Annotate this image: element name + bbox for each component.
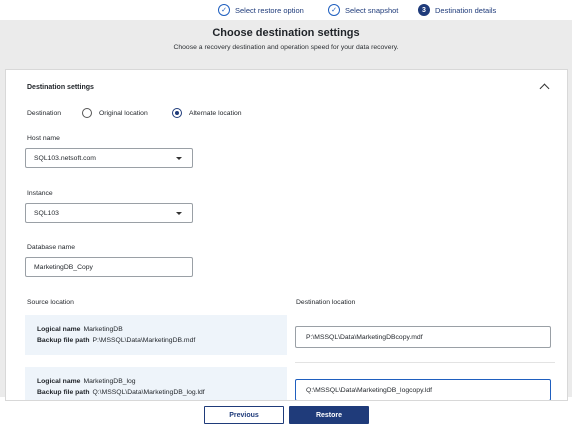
database-name-input[interactable]: MarketingDB_Copy xyxy=(25,257,193,277)
backup-path-label: Backup file path xyxy=(37,389,90,396)
step-label: Destination details xyxy=(435,5,497,15)
row-divider xyxy=(295,362,555,363)
radio-original-location[interactable] xyxy=(82,108,92,118)
database-name-label: Database name xyxy=(27,244,75,251)
destination-path-input[interactable]: P:\MSSQL\Data\MarketingDBcopy.mdf xyxy=(295,326,551,348)
step-number-badge: 3 xyxy=(418,4,430,16)
logical-name-value: MarketingDB_log xyxy=(83,378,136,385)
destination-label: Destination xyxy=(27,110,62,117)
footer-bar: Previous Restore xyxy=(0,401,572,430)
instance-select[interactable]: SQL103 xyxy=(25,203,193,223)
restore-button[interactable]: Restore xyxy=(289,406,369,424)
caret-down-icon xyxy=(176,212,182,215)
step-label: Select restore option xyxy=(235,5,304,15)
page-subtitle: Choose a recovery destination and operat… xyxy=(173,44,399,51)
host-name-value: SQL103.netsoft.com xyxy=(34,154,96,162)
step-destination-details: 3 Destination details xyxy=(418,3,496,17)
destination-path-input[interactable]: Q:\MSSQL\Data\MarketingDB_logcopy.ldf xyxy=(295,379,551,400)
backup-path-value: Q:\MSSQL\Data\MarketingDB_log.ldf xyxy=(92,389,205,396)
radio-original-location-label[interactable]: Original location xyxy=(99,110,148,117)
host-name-select[interactable]: SQL103.netsoft.com xyxy=(25,148,193,168)
instance-value: SQL103 xyxy=(34,209,59,217)
source-file-card: Logical name MarketingDB Backup file path… xyxy=(25,315,287,355)
destination-path-value: P:\MSSQL\Data\MarketingDBcopy.mdf xyxy=(306,333,423,341)
step-select-snapshot[interactable]: ✓ Select snapshot xyxy=(328,3,398,17)
backup-path-label: Backup file path xyxy=(37,337,90,344)
check-icon: ✓ xyxy=(218,4,230,16)
source-location-header: Source location xyxy=(27,299,74,306)
host-name-label: Host name xyxy=(27,135,60,142)
page-title: Choose destination settings xyxy=(212,27,360,39)
instance-label: Instance xyxy=(27,190,53,197)
collapse-chevron-icon[interactable] xyxy=(539,83,550,94)
step-select-restore-option[interactable]: ✓ Select restore option xyxy=(218,3,304,17)
logical-name-label: Logical name xyxy=(37,378,81,385)
destination-settings-panel: Destination settings Destination Origina… xyxy=(5,69,568,401)
progress-stepper: ✓ Select restore option ✓ Select snapsho… xyxy=(0,0,572,20)
radio-alternate-location[interactable] xyxy=(172,108,182,118)
page-header: Choose destination settings Choose a rec… xyxy=(0,20,572,63)
radio-alternate-location-label[interactable]: Alternate location xyxy=(189,110,242,117)
destination-location-header: Destination location xyxy=(296,299,356,306)
logical-name-label: Logical name xyxy=(37,326,81,333)
step-label: Select snapshot xyxy=(345,5,399,15)
destination-path-value: Q:\MSSQL\Data\MarketingDB_logcopy.ldf xyxy=(306,386,433,394)
logical-name-value: MarketingDB xyxy=(83,326,123,333)
caret-down-icon xyxy=(176,157,182,160)
panel-title: Destination settings xyxy=(27,84,94,91)
check-icon: ✓ xyxy=(328,4,340,16)
backup-path-value: P:\MSSQL\Data\MarketingDB.mdf xyxy=(92,337,196,344)
database-name-value: MarketingDB_Copy xyxy=(34,263,93,271)
source-file-card: Logical name MarketingDB_log Backup file … xyxy=(25,367,287,400)
previous-button[interactable]: Previous xyxy=(204,406,284,424)
